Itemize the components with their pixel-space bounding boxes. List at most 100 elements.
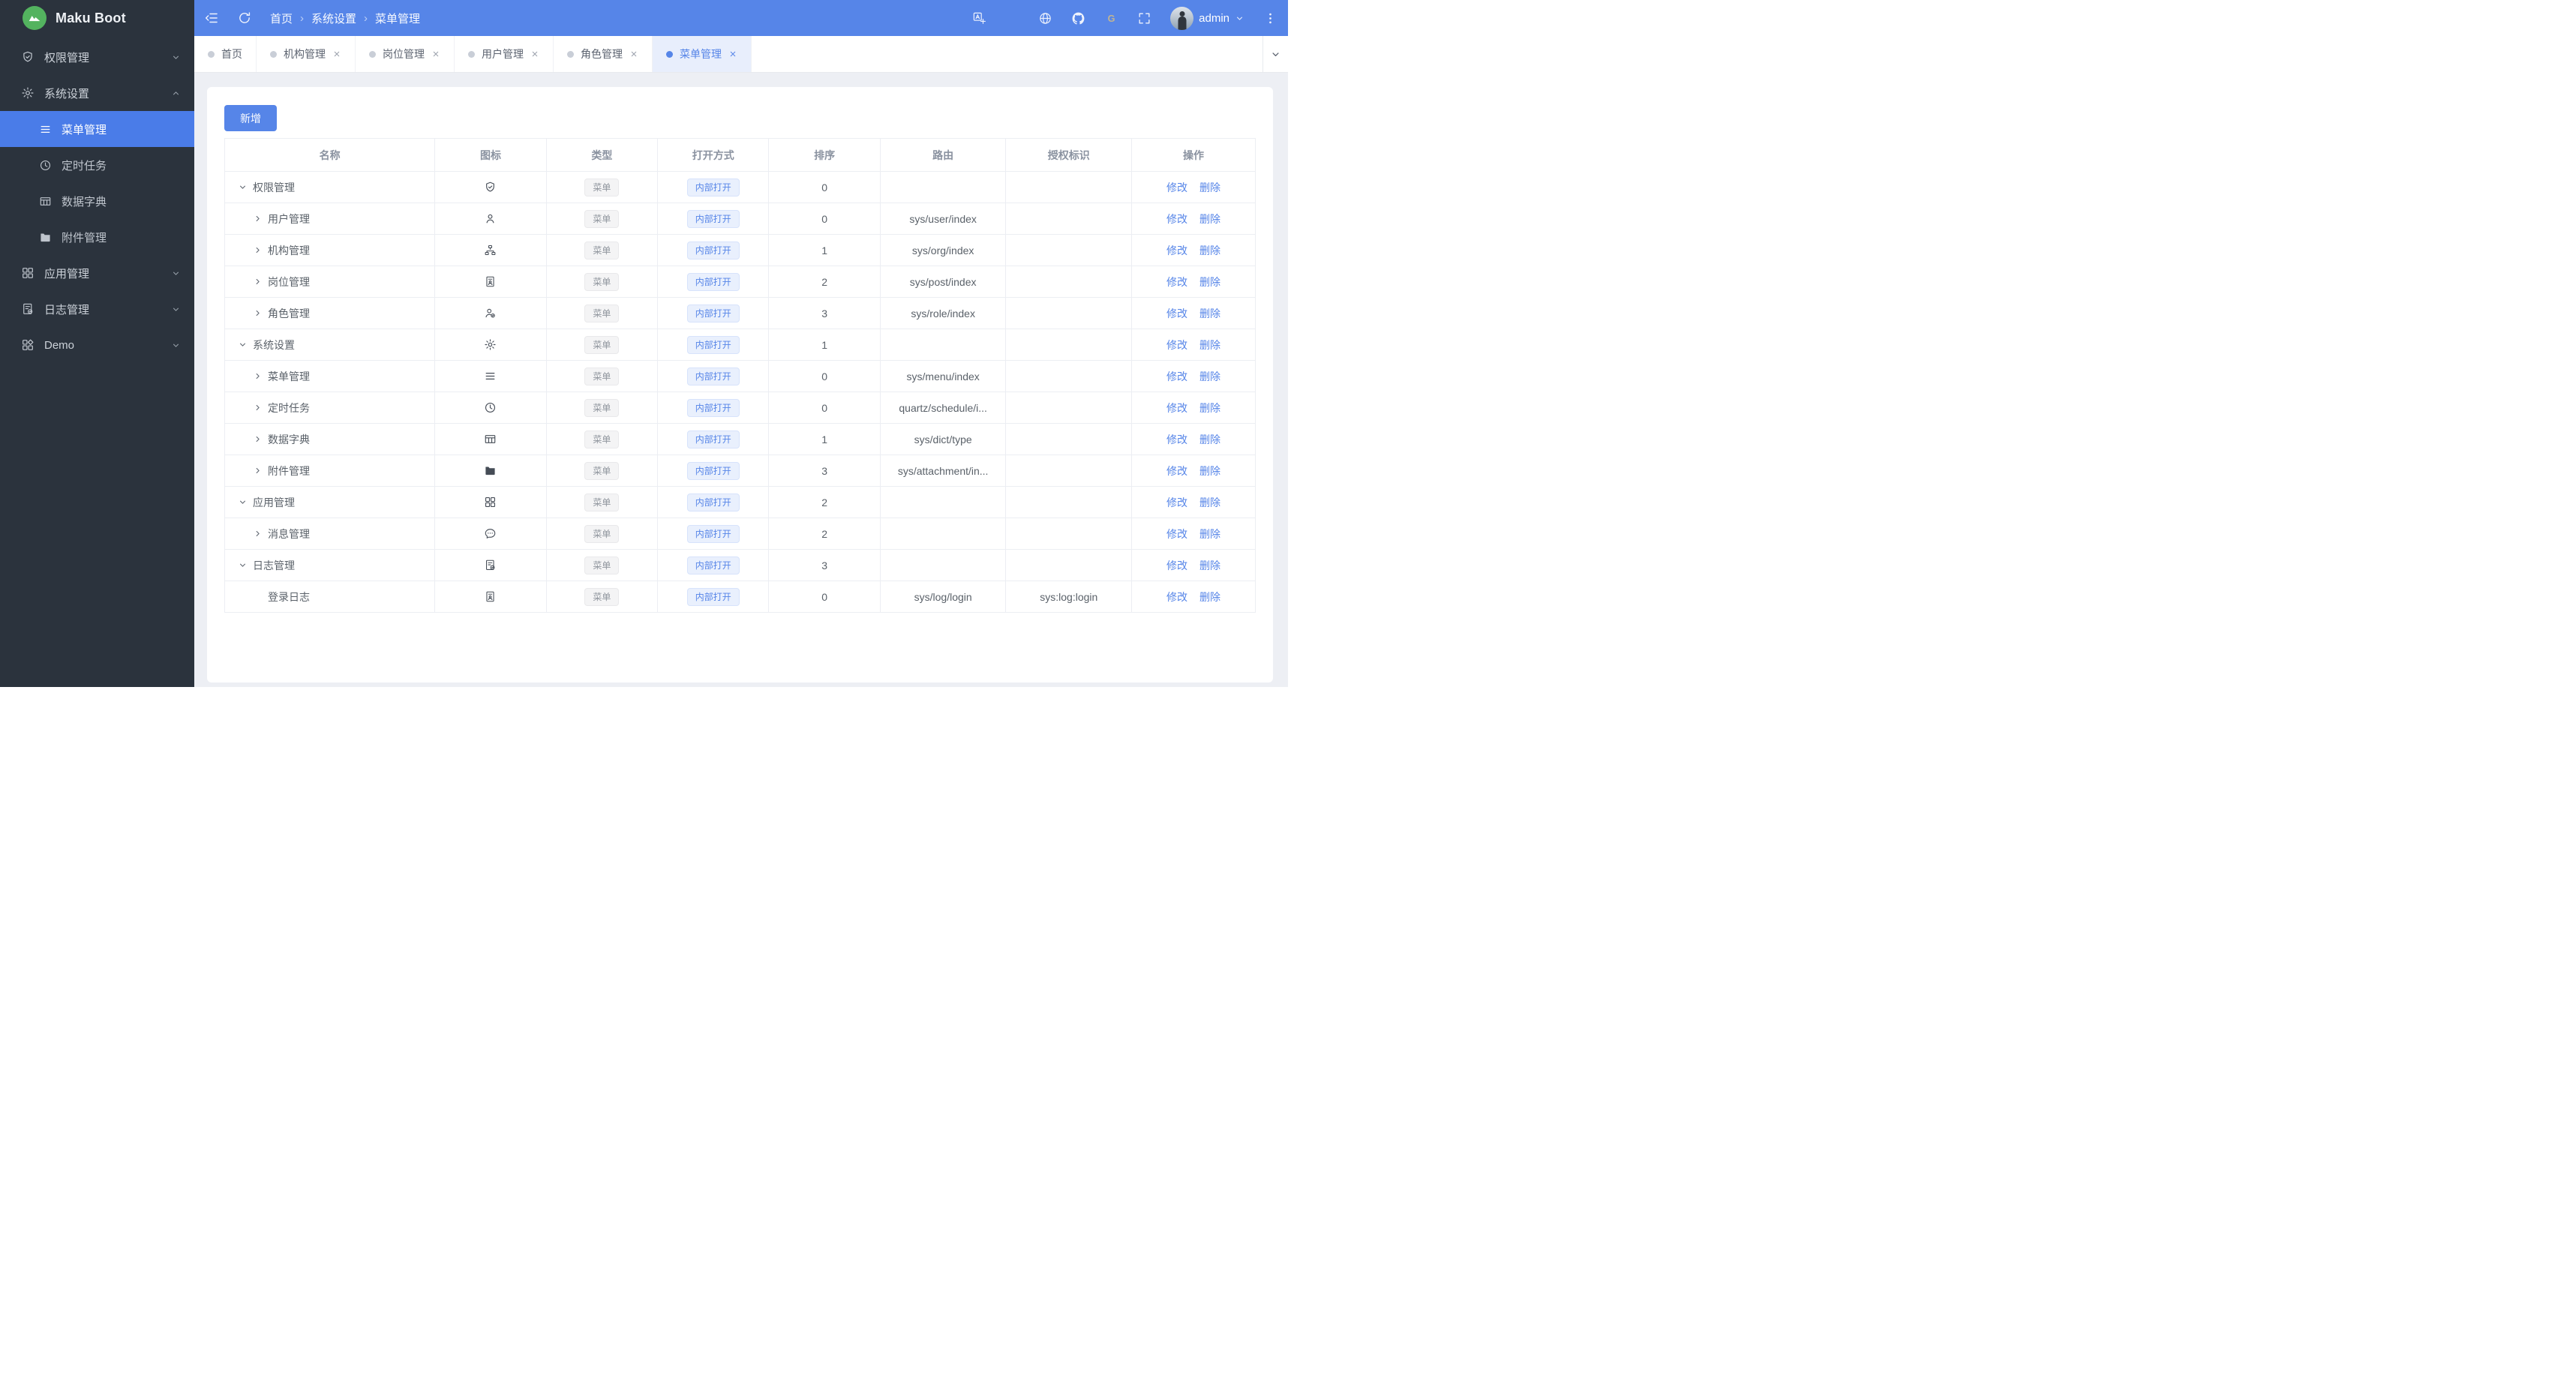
edit-link[interactable]: 修改 <box>1166 213 1187 225</box>
tabs: 首页 机构管理 岗位管理 用户管理 角色管理 菜单管理 <box>194 36 1262 72</box>
translate-button[interactable] <box>972 11 986 26</box>
font-size-button[interactable] <box>1005 11 1019 26</box>
edit-link[interactable]: 修改 <box>1166 339 1187 351</box>
refresh-button[interactable] <box>237 10 252 26</box>
gear-icon <box>21 86 35 100</box>
avatar[interactable] <box>1170 6 1194 30</box>
delete-link[interactable]: 删除 <box>1199 434 1220 446</box>
tab-role-mgmt[interactable]: 角色管理 <box>554 36 653 72</box>
expand-row-icon[interactable] <box>253 403 263 412</box>
delete-link[interactable]: 删除 <box>1199 339 1220 351</box>
edit-link[interactable]: 修改 <box>1166 182 1187 194</box>
column-header: 名称 <box>224 138 436 172</box>
menu-name: 角色管理 <box>268 307 310 320</box>
sidebar-subitem-dict[interactable]: 数据字典 <box>0 183 194 219</box>
more-options-button[interactable] <box>1263 11 1277 26</box>
breadcrumb-item[interactable]: 菜单管理 <box>375 10 420 26</box>
sidebar-item-log[interactable]: 日志管理 <box>0 291 194 327</box>
delete-link[interactable]: 删除 <box>1199 370 1220 382</box>
edit-link[interactable]: 修改 <box>1166 496 1187 508</box>
cell-sort: 1 <box>768 328 881 361</box>
tab-list-dropdown[interactable] <box>1262 36 1288 72</box>
edit-link[interactable]: 修改 <box>1166 591 1187 603</box>
delete-link[interactable]: 删除 <box>1199 213 1220 225</box>
tab-post-mgmt[interactable]: 岗位管理 <box>356 36 455 72</box>
expand-row-icon[interactable] <box>253 371 263 381</box>
cell-auth <box>1005 549 1133 581</box>
tree-node: 数据字典 <box>226 432 434 447</box>
sidebar-subitem-menu[interactable]: 菜单管理 <box>0 111 194 147</box>
delete-link[interactable]: 删除 <box>1199 276 1220 288</box>
sidebar-item-app[interactable]: 应用管理 <box>0 255 194 291</box>
edit-link[interactable]: 修改 <box>1166 370 1187 382</box>
breadcrumb-item[interactable]: 系统设置 <box>311 10 356 26</box>
close-icon[interactable] <box>629 50 638 58</box>
breadcrumb-item[interactable]: 首页 <box>270 10 293 26</box>
expand-row-icon[interactable] <box>253 277 263 286</box>
tab-menu-mgmt[interactable]: 菜单管理 <box>653 36 752 72</box>
edit-link[interactable]: 修改 <box>1166 465 1187 477</box>
delete-link[interactable]: 删除 <box>1199 496 1220 508</box>
delete-link[interactable]: 删除 <box>1199 244 1220 256</box>
cell-auth: sys:log:login <box>1005 580 1133 613</box>
delete-link[interactable]: 删除 <box>1199 182 1220 194</box>
tab-user-mgmt[interactable]: 用户管理 <box>455 36 554 72</box>
edit-link[interactable]: 修改 <box>1166 560 1187 572</box>
expand-row-icon[interactable] <box>253 434 263 444</box>
edit-link[interactable]: 修改 <box>1166 528 1187 540</box>
tab-home[interactable]: 首页 <box>194 36 257 72</box>
refresh-icon <box>237 10 252 26</box>
edit-link[interactable]: 修改 <box>1166 434 1187 446</box>
sidebar-item-system[interactable]: 系统设置 <box>0 75 194 111</box>
cell-open-mode: 内部打开 <box>657 423 770 455</box>
edit-link[interactable]: 修改 <box>1166 402 1187 414</box>
edit-link[interactable]: 修改 <box>1166 308 1187 320</box>
github-button[interactable] <box>1071 11 1085 26</box>
sidebar-subitem-attachment[interactable]: 附件管理 <box>0 219 194 255</box>
type-badge: 菜单 <box>584 241 620 260</box>
close-icon[interactable] <box>332 50 341 58</box>
close-icon[interactable] <box>728 50 737 58</box>
expand-row-icon[interactable] <box>253 308 263 318</box>
cell-name: 用户管理 <box>224 202 436 235</box>
cell-route: sys/menu/index <box>879 360 1007 392</box>
cell-operations: 修改 删除 <box>1131 454 1256 487</box>
shield-icon <box>21 50 35 64</box>
expand-row-icon[interactable] <box>253 529 263 538</box>
delete-link[interactable]: 删除 <box>1199 308 1220 320</box>
expand-row-icon[interactable] <box>253 245 263 255</box>
tab-label: 菜单管理 <box>680 48 722 60</box>
edit-link[interactable]: 修改 <box>1166 244 1187 256</box>
delete-link[interactable]: 删除 <box>1199 465 1220 477</box>
sidebar-collapse-button[interactable] <box>204 10 219 26</box>
close-icon[interactable] <box>431 50 440 58</box>
cell-route: sys/role/index <box>879 297 1007 329</box>
cell-type: 菜单 <box>545 518 659 550</box>
fullscreen-button[interactable] <box>1137 11 1151 26</box>
delete-link[interactable]: 删除 <box>1199 591 1220 603</box>
collapse-row-icon[interactable] <box>238 560 248 570</box>
sidebar-item-demo[interactable]: Demo <box>0 327 194 363</box>
delete-link[interactable]: 删除 <box>1199 528 1220 540</box>
add-button[interactable]: 新增 <box>224 105 277 131</box>
expand-row-icon[interactable] <box>253 214 263 224</box>
collapse-row-icon[interactable] <box>238 182 248 192</box>
gitee-button[interactable] <box>1104 11 1118 26</box>
tab-org-mgmt[interactable]: 机构管理 <box>257 36 356 72</box>
globe-button[interactable] <box>1038 11 1052 26</box>
cell-operations: 修改 删除 <box>1131 486 1256 518</box>
close-icon[interactable] <box>530 50 539 58</box>
collapse-row-icon[interactable] <box>238 340 248 350</box>
sidebar-item-permission[interactable]: 权限管理 <box>0 39 194 75</box>
sidebar-subitem-schedule[interactable]: 定时任务 <box>0 147 194 183</box>
collapse-row-icon[interactable] <box>238 497 248 507</box>
delete-link[interactable]: 删除 <box>1199 560 1220 572</box>
user-menu[interactable]: admin <box>1170 6 1244 30</box>
edit-link[interactable]: 修改 <box>1166 276 1187 288</box>
cell-operations: 修改 删除 <box>1131 580 1256 613</box>
cell-name: 权限管理 <box>224 171 436 203</box>
delete-link[interactable]: 删除 <box>1199 402 1220 414</box>
expand-row-icon[interactable] <box>253 466 263 476</box>
open-mode-badge: 内部打开 <box>686 272 740 291</box>
tree-node: 岗位管理 <box>226 274 434 290</box>
